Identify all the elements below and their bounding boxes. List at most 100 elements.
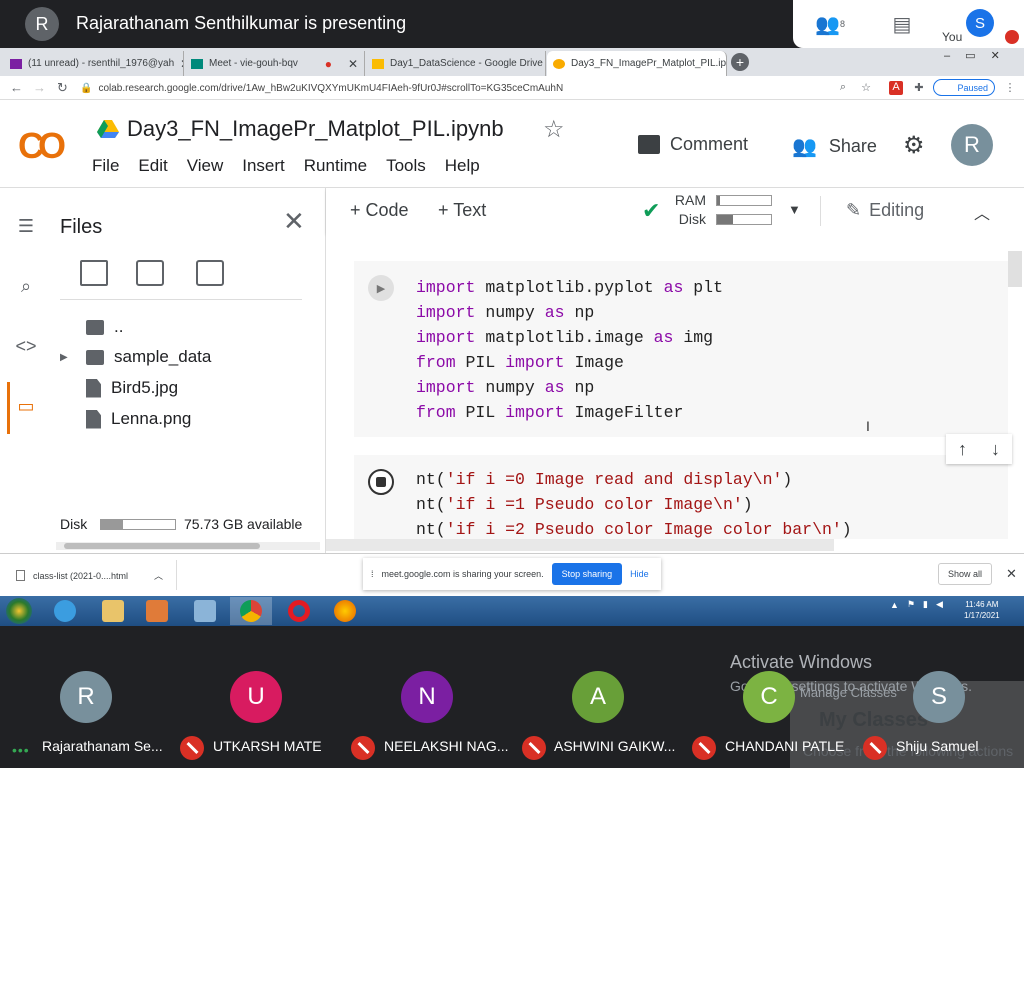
disk-meter[interactable] <box>716 214 772 225</box>
stop-sharing-button[interactable]: Stop sharing <box>551 563 623 585</box>
star-icon[interactable]: ☆ <box>543 115 565 144</box>
folder-icon[interactable]: ▭ <box>13 396 39 418</box>
menu-tools[interactable]: Tools <box>386 156 426 176</box>
close-icon[interactable]: ✕ <box>283 206 305 237</box>
menu-runtime[interactable]: Runtime <box>304 156 367 176</box>
add-code-button[interactable]: + Code <box>350 200 409 221</box>
code-line: nt('if i =2 Pseudo color Image color bar… <box>416 520 852 539</box>
close-icon[interactable]: ✕ <box>180 57 183 71</box>
chrome-icon[interactable] <box>230 597 272 625</box>
new-tab-button[interactable]: + <box>731 53 749 71</box>
menu-help[interactable]: Help <box>445 156 480 176</box>
comment-button[interactable]: Comment <box>638 134 748 155</box>
start-button[interactable] <box>2 596 36 626</box>
hide-button[interactable]: Hide <box>630 569 649 579</box>
file-item-lenna[interactable]: Lenna.png <box>86 405 191 433</box>
self-avatar[interactable]: S <box>966 9 994 37</box>
close-icon[interactable]: ✕ <box>348 57 358 71</box>
chevron-down-icon[interactable]: ▼ <box>788 202 801 217</box>
opera-icon[interactable] <box>278 597 320 625</box>
arrow-down-icon[interactable]: ↓ <box>991 439 1000 460</box>
cell-code[interactable]: import matplotlib.pyplot as plt import nu… <box>416 275 723 425</box>
vertical-scrollbar[interactable] <box>1008 251 1022 287</box>
show-all-button[interactable]: Show all <box>938 563 992 585</box>
gear-icon[interactable]: ⚙ <box>903 131 925 160</box>
system-tray[interactable]: ▲ ⚑ ▮ ◀ <box>890 599 943 610</box>
colab-logo[interactable]: CO <box>18 125 66 167</box>
resource-labels[interactable]: RAM Disk <box>672 191 706 229</box>
menu-edit[interactable]: Edit <box>138 156 167 176</box>
ie-icon[interactable] <box>44 597 86 625</box>
refresh-folder-icon[interactable] <box>136 260 164 286</box>
network-icon[interactable] <box>184 597 226 625</box>
flag-icon[interactable]: ⚑ <box>907 599 915 610</box>
code-cell[interactable]: ▶ import matplotlib.pyplot as plt import … <box>354 261 1008 437</box>
code-cell[interactable]: nt('if i =0 Image read and display\n') nt… <box>354 455 1008 539</box>
pdf-extension-icon[interactable]: A <box>889 81 903 95</box>
chevron-up-icon[interactable]: ︿ <box>974 200 990 224</box>
account-avatar[interactable]: R <box>951 124 993 166</box>
horizontal-scrollbar[interactable] <box>326 539 834 551</box>
menu-view[interactable]: View <box>187 156 224 176</box>
tray-arrow-icon[interactable]: ▲ <box>890 600 899 610</box>
participant-avatar[interactable]: N <box>401 671 453 723</box>
horizontal-scrollbar[interactable] <box>56 542 320 550</box>
file-item-parent[interactable]: .. <box>86 313 123 341</box>
arrow-up-icon[interactable]: ↑ <box>958 439 967 460</box>
close-icon[interactable]: ✕ <box>1006 566 1017 582</box>
run-cell-button[interactable]: ▶ <box>368 275 394 301</box>
menu-insert[interactable]: Insert <box>242 156 285 176</box>
participant-avatar[interactable]: A <box>572 671 624 723</box>
window-controls[interactable]: ‒ ▭ ✕ <box>944 49 1006 62</box>
url-field[interactable]: 🔒 colab.research.google.com/drive/1Aw_hBw… <box>80 78 830 98</box>
participant-avatar[interactable]: C <box>743 671 795 723</box>
tab-colab[interactable]: Day3_FN_ImagePr_Matplot_PIL.ip✕ <box>547 51 727 76</box>
editing-mode-button[interactable]: ✎ Editing <box>846 200 924 221</box>
add-text-button[interactable]: + Text <box>438 200 486 221</box>
scrollbar-thumb[interactable] <box>64 543 260 549</box>
notebook-title[interactable]: Day3_FN_ImagePr_Matplot_PIL.ipynb <box>127 116 504 142</box>
participant-avatar[interactable]: U <box>230 671 282 723</box>
tab-drive[interactable]: Day1_DataScience - Google Drive✕ <box>366 51 546 76</box>
upload-icon[interactable] <box>80 260 108 286</box>
toc-icon[interactable]: ☰ <box>13 216 39 238</box>
chat-icon[interactable]: ▤ <box>887 10 917 38</box>
extensions-icon[interactable]: ✚ <box>912 81 926 95</box>
explorer-icon[interactable] <box>92 597 134 625</box>
people-icon[interactable]: 👥 8 <box>815 10 845 38</box>
menu-file[interactable]: File <box>92 156 119 176</box>
back-icon[interactable]: ← <box>10 80 23 95</box>
ram-meter[interactable] <box>716 195 772 206</box>
reload-icon[interactable]: ↻ <box>57 80 68 96</box>
chevron-up-icon[interactable]: ︿ <box>154 569 163 582</box>
forward-icon[interactable]: → <box>33 80 46 95</box>
code-snippets-icon[interactable]: <> <box>13 336 39 358</box>
volume-icon[interactable]: ◀ <box>936 599 943 610</box>
zoom-icon[interactable]: ⌕ <box>836 81 850 95</box>
star-icon[interactable]: ☆ <box>859 81 873 95</box>
share-button[interactable]: 👥 Share <box>792 134 877 159</box>
media-player-icon[interactable] <box>136 597 178 625</box>
tab-meet[interactable]: Meet - vie-gouh-bqv ● ✕ <box>185 51 365 76</box>
stop-cell-button[interactable] <box>368 469 394 495</box>
drive-icon[interactable] <box>97 120 119 138</box>
files-panel: Files ✕ .. ▶ sample_data Bird5.jpg Lenna.… <box>50 188 326 553</box>
file-item-sample-data[interactable]: ▶ sample_data <box>60 343 211 371</box>
tab-mail[interactable]: (11 unread) - rsenthil_1976@yah ✕ <box>4 51 184 76</box>
taskbar-clock[interactable]: 11:46 AM 1/17/2021 <box>964 599 1000 621</box>
profile-paused-badge[interactable]: Paused <box>933 79 995 96</box>
file-item-bird[interactable]: Bird5.jpg <box>86 374 178 402</box>
drag-handle-icon[interactable]: ⁞ <box>371 569 374 579</box>
signal-icon[interactable]: ▮ <box>923 599 928 610</box>
mount-drive-icon[interactable] <box>196 260 224 286</box>
meet-top-bar: R Rajarathanam Senthilkumar is presentin… <box>0 0 1024 48</box>
firefox-icon[interactable] <box>324 597 366 625</box>
participant-avatar[interactable]: S <box>913 671 965 723</box>
expand-arrow-icon[interactable]: ▶ <box>60 352 76 363</box>
code-line: import numpy as np <box>416 303 595 322</box>
cell-code[interactable]: nt('if i =0 Image read and display\n') nt… <box>416 467 852 539</box>
download-item[interactable]: class-list (2021-0....html ︿ <box>16 569 163 582</box>
participant-avatar[interactable]: R <box>60 671 112 723</box>
menu-icon[interactable]: ⋮ <box>1003 81 1017 95</box>
search-icon[interactable]: ⌕ <box>13 276 39 298</box>
